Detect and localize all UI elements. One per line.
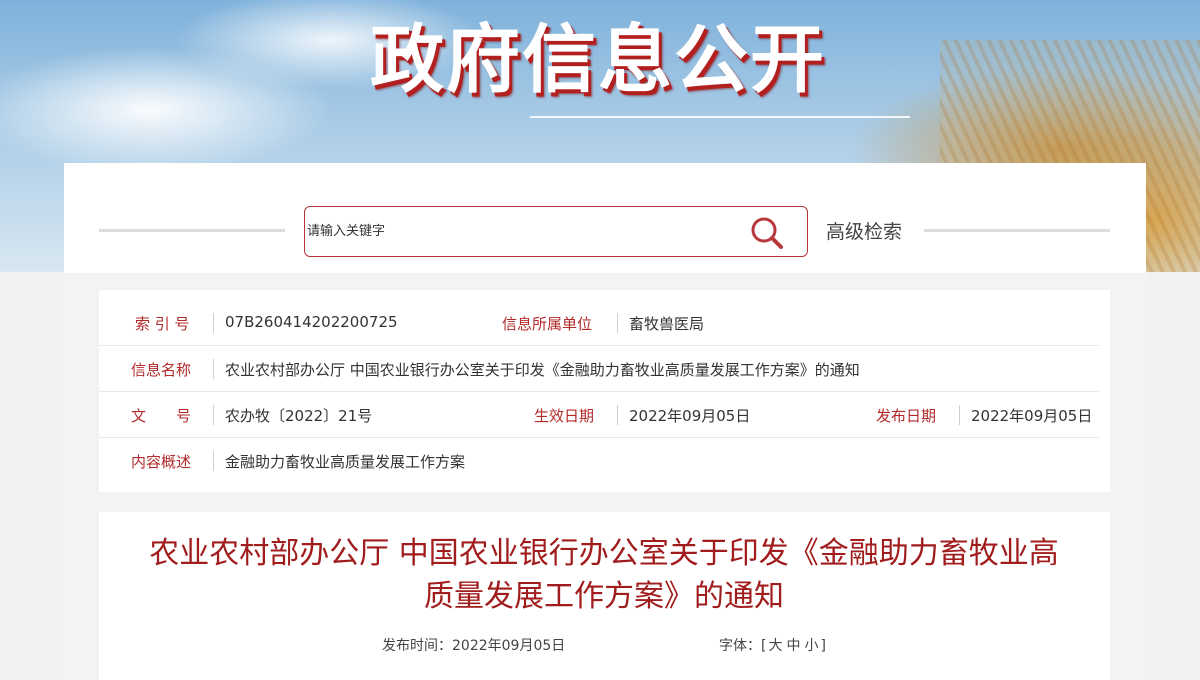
- font-size-medium-button[interactable]: 中: [784, 638, 802, 654]
- separator: [213, 451, 214, 471]
- page-title: 政府信息公开: [370, 17, 826, 103]
- article-section: 农业农村部办公厅 中国农业银行办公室关于印发《金融助力畜牧业高质量发展工作方案》…: [99, 512, 1110, 680]
- font-size-large-button[interactable]: 大: [766, 638, 784, 654]
- index-value: 07B260414202200725: [225, 313, 398, 331]
- doc-number-value: 农办牧〔2022〕21号: [225, 407, 373, 425]
- info-row-name: 信息名称 农业农村部办公厅 中国农业银行办公室关于印发《金融助力畜牧业高质量发展…: [99, 346, 1110, 390]
- separator: [213, 313, 214, 333]
- font-size-control: 字体：[大中小]: [719, 635, 826, 655]
- info-row-document: 文 号 农办牧〔2022〕21号 生效日期 2022年09月05日 发布日期 2…: [99, 392, 1110, 436]
- separator: [959, 405, 960, 425]
- divider-left: [99, 229, 285, 232]
- article-publish-time: 发布时间：2022年09月05日: [382, 638, 566, 654]
- info-row-index: 索 引 号 07B260414202200725 信息所属单位 畜牧兽医局: [99, 300, 1110, 344]
- search-icon[interactable]: [749, 215, 785, 251]
- divider-right: [924, 229, 1110, 232]
- font-bracket-close: ]: [820, 638, 826, 654]
- info-table: 索 引 号 07B260414202200725 信息所属单位 畜牧兽医局 信息…: [99, 290, 1110, 492]
- name-label: 信息名称: [131, 361, 192, 379]
- search-box[interactable]: [304, 206, 808, 257]
- summary-label: 内容概述: [131, 453, 192, 471]
- unit-label: 信息所属单位: [502, 315, 593, 333]
- advanced-search-link[interactable]: 高级检索: [826, 217, 902, 244]
- search-input[interactable]: [305, 207, 725, 256]
- publish-date-label: 发布日期: [876, 407, 937, 425]
- separator: [213, 405, 214, 425]
- title-underline: [530, 116, 910, 118]
- effective-date-label: 生效日期: [534, 407, 595, 425]
- separator: [617, 313, 618, 333]
- separator: [213, 359, 214, 379]
- publish-date-value: 2022年09月05日: [971, 407, 1093, 425]
- article-title: 农业农村部办公厅 中国农业银行办公室关于印发《金融助力畜牧业高质量发展工作方案》…: [149, 536, 1059, 614]
- info-row-summary: 内容概述 金融助力畜牧业高质量发展工作方案: [99, 438, 1110, 482]
- index-label: 索 引 号: [135, 315, 190, 333]
- font-size-small-button[interactable]: 小: [802, 638, 820, 654]
- separator: [617, 405, 618, 425]
- name-value: 农业农村部办公厅 中国农业银行办公室关于印发《金融助力畜牧业高质量发展工作方案》…: [225, 361, 860, 379]
- font-size-label: 字体：: [719, 638, 761, 654]
- summary-value: 金融助力畜牧业高质量发展工作方案: [225, 453, 466, 471]
- unit-value: 畜牧兽医局: [629, 315, 705, 333]
- doc-number-label: 文 号: [131, 407, 192, 425]
- effective-date-value: 2022年09月05日: [629, 407, 751, 425]
